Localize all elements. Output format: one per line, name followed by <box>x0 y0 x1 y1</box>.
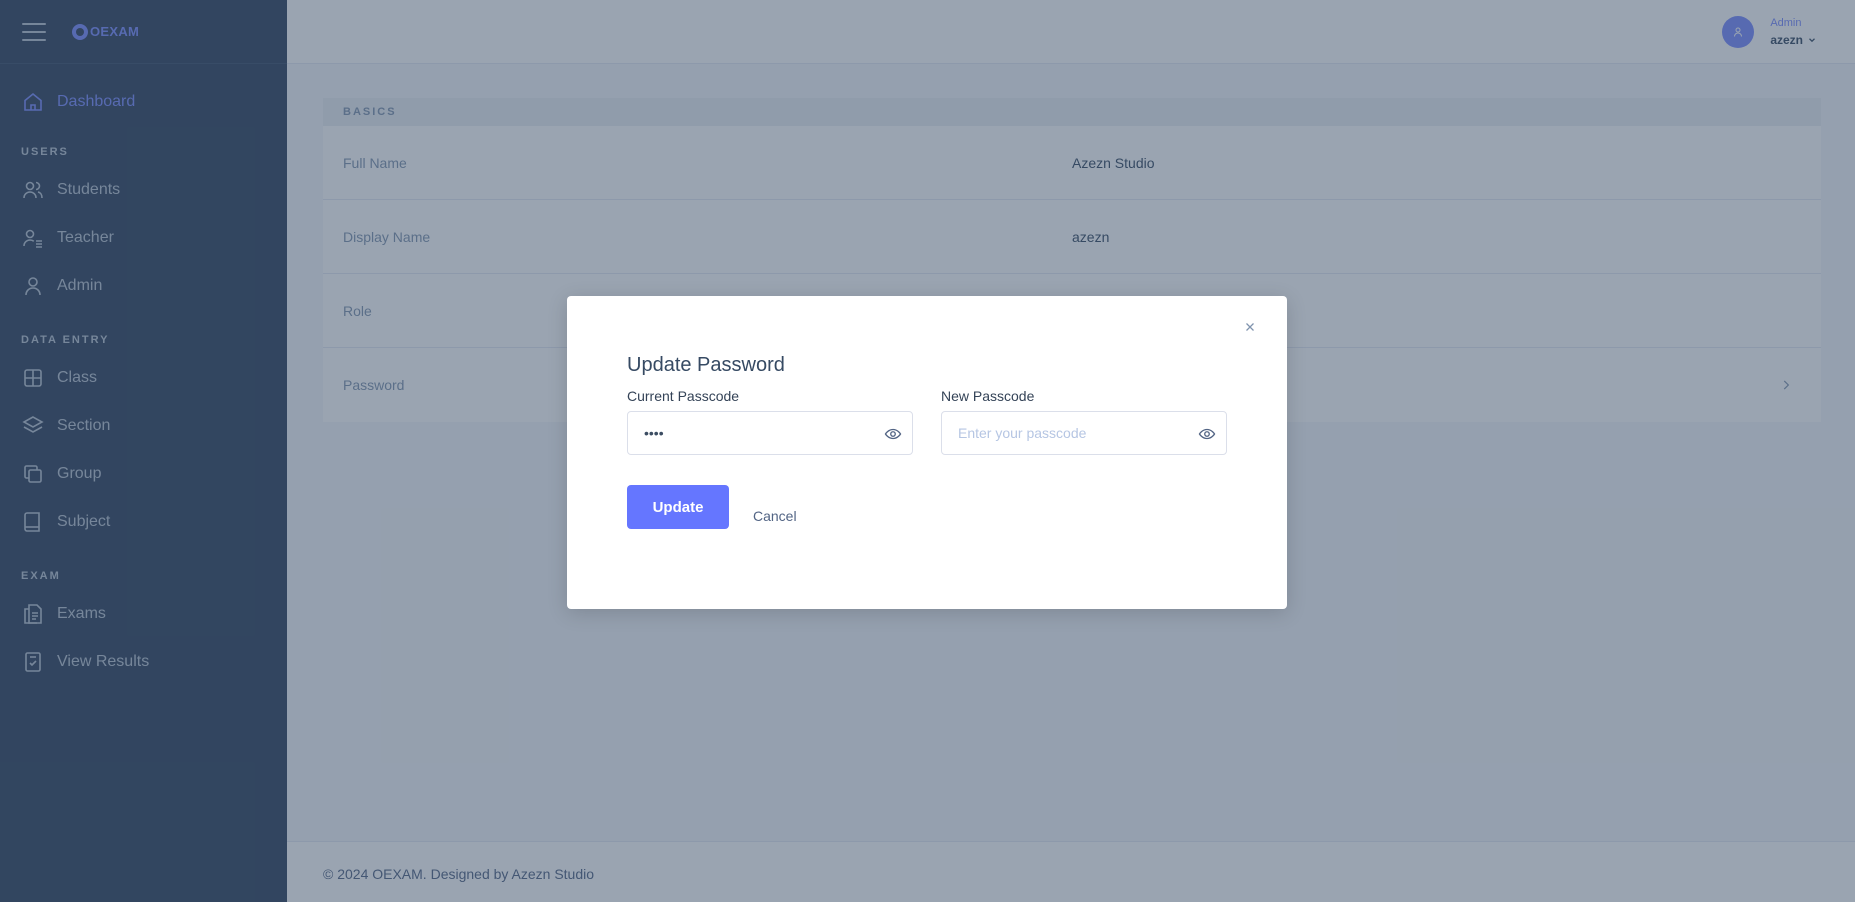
current-passcode-wrap <box>627 411 913 455</box>
new-passcode-field: New Passcode <box>941 388 1227 455</box>
new-passcode-input[interactable] <box>942 412 1226 454</box>
eye-icon[interactable] <box>1198 425 1216 443</box>
update-button[interactable]: Update <box>627 485 729 529</box>
modal-title: Update Password <box>627 354 785 376</box>
update-password-modal: Update Password Current Passcode New Pas… <box>567 296 1287 609</box>
current-passcode-field: Current Passcode <box>627 388 913 455</box>
close-button[interactable] <box>1241 318 1259 336</box>
close-icon <box>1246 323 1254 331</box>
new-passcode-wrap <box>941 411 1227 455</box>
eye-icon[interactable] <box>884 425 902 443</box>
new-passcode-label: New Passcode <box>941 388 1035 404</box>
current-passcode-input[interactable] <box>628 412 912 454</box>
cancel-button[interactable]: Cancel <box>753 508 797 524</box>
current-passcode-label: Current Passcode <box>627 388 740 404</box>
